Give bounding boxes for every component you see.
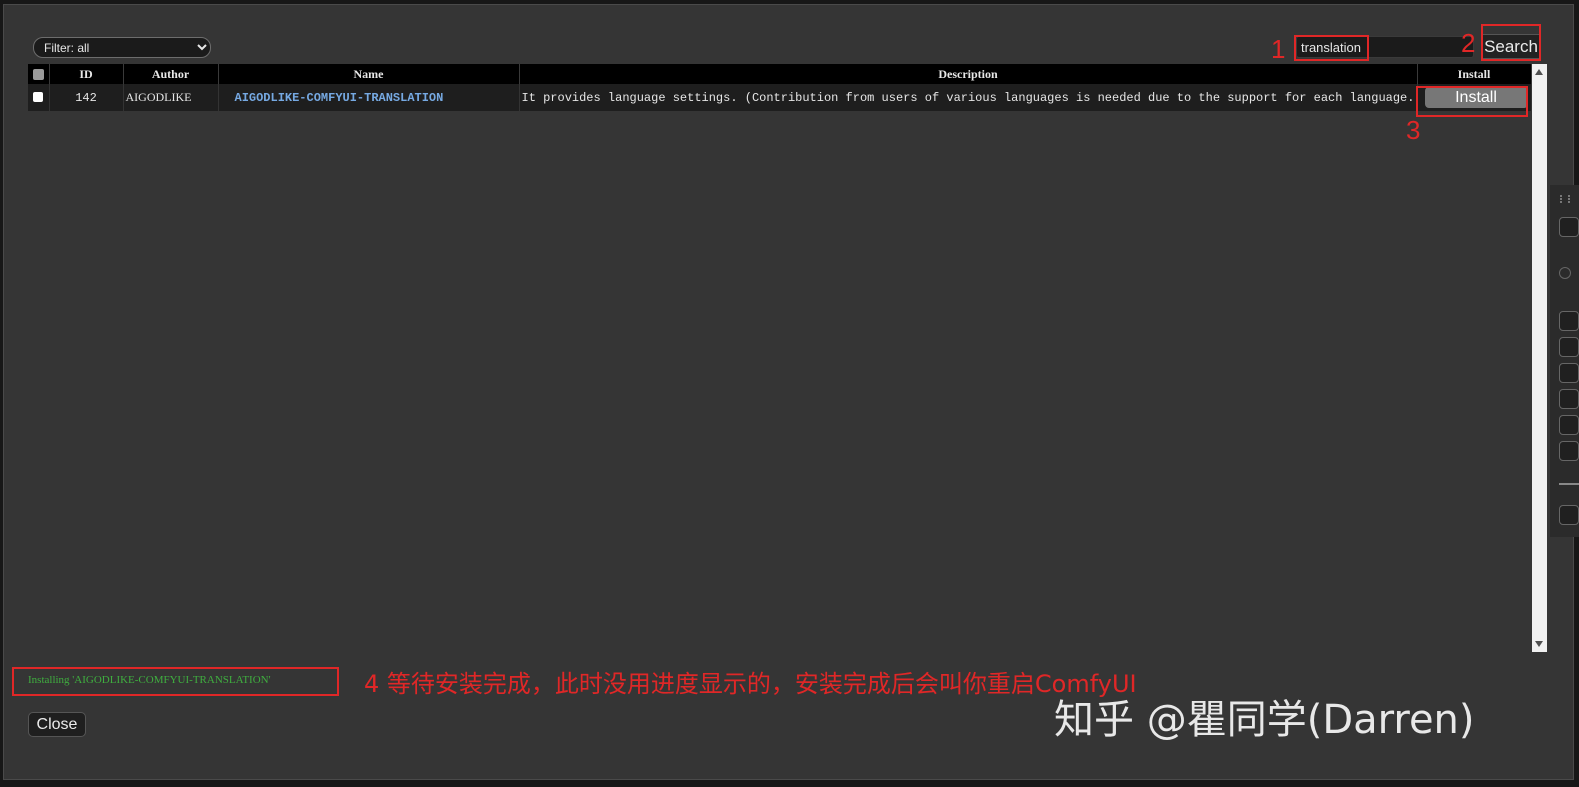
side-panel-control (1559, 337, 1579, 357)
column-header-id: ID (49, 64, 124, 84)
node-list-table-container: ID Author Name Description Install 142 A… (28, 64, 1531, 652)
annotation-box-search-button (1481, 24, 1541, 61)
checkbox-icon (32, 69, 44, 81)
side-panel-control (1559, 441, 1579, 461)
annotation-box-status (12, 667, 339, 696)
side-panel-control (1559, 415, 1579, 435)
column-header-author: Author (123, 64, 219, 84)
annotation-box-install-button (1416, 86, 1528, 117)
side-panel-control (1559, 363, 1579, 383)
annotation-step-1: 1 (1271, 34, 1286, 64)
zhihu-watermark: 知乎 @瞿同学(Darren) (1054, 697, 1475, 743)
select-all-checkbox[interactable] (28, 64, 50, 84)
column-header-install: Install (1417, 64, 1531, 84)
side-panel-control (1559, 505, 1579, 525)
checkbox-icon (33, 92, 44, 103)
side-panel-control (1559, 389, 1579, 409)
column-header-name: Name (218, 64, 520, 84)
annotation-step-2: 2 (1461, 28, 1476, 58)
scroll-up-arrow-icon[interactable] (1535, 69, 1543, 75)
scroll-down-arrow-icon[interactable] (1535, 641, 1543, 647)
table-row: 142 AIGODLIKE AIGODLIKE-COMFYUI-TRANSLAT… (28, 84, 1531, 111)
drag-handle-icon (1560, 195, 1570, 203)
node-list-table: ID Author Name Description Install 142 A… (28, 64, 1531, 111)
row-checkbox[interactable] (28, 84, 50, 111)
close-button[interactable]: Close (28, 712, 86, 737)
side-panel-control (1559, 311, 1579, 331)
filter-select[interactable]: Filter: all (33, 37, 211, 58)
side-panel-divider (1559, 483, 1579, 485)
background-side-panel (1550, 185, 1579, 537)
annotation-step-4-note: 4 等待安装完成，此时没用进度显示的，安装完成后会叫你重启ComfyUI (364, 670, 1137, 698)
side-panel-control (1559, 217, 1579, 237)
side-panel-radio (1559, 267, 1571, 279)
annotation-step-3: 3 (1406, 115, 1421, 145)
row-description: It provides language settings. (Contribu… (519, 84, 1418, 111)
table-header-row: ID Author Name Description Install (28, 64, 1531, 84)
row-name-cell: AIGODLIKE-COMFYUI-TRANSLATION (218, 84, 520, 111)
row-author: AIGODLIKE (123, 84, 219, 111)
row-id: 142 (49, 84, 124, 111)
column-header-description: Description (519, 64, 1418, 84)
node-name-link[interactable]: AIGODLIKE-COMFYUI-TRANSLATION (221, 91, 444, 105)
annotation-box-search-input (1294, 35, 1369, 61)
table-scrollbar[interactable] (1532, 64, 1547, 652)
